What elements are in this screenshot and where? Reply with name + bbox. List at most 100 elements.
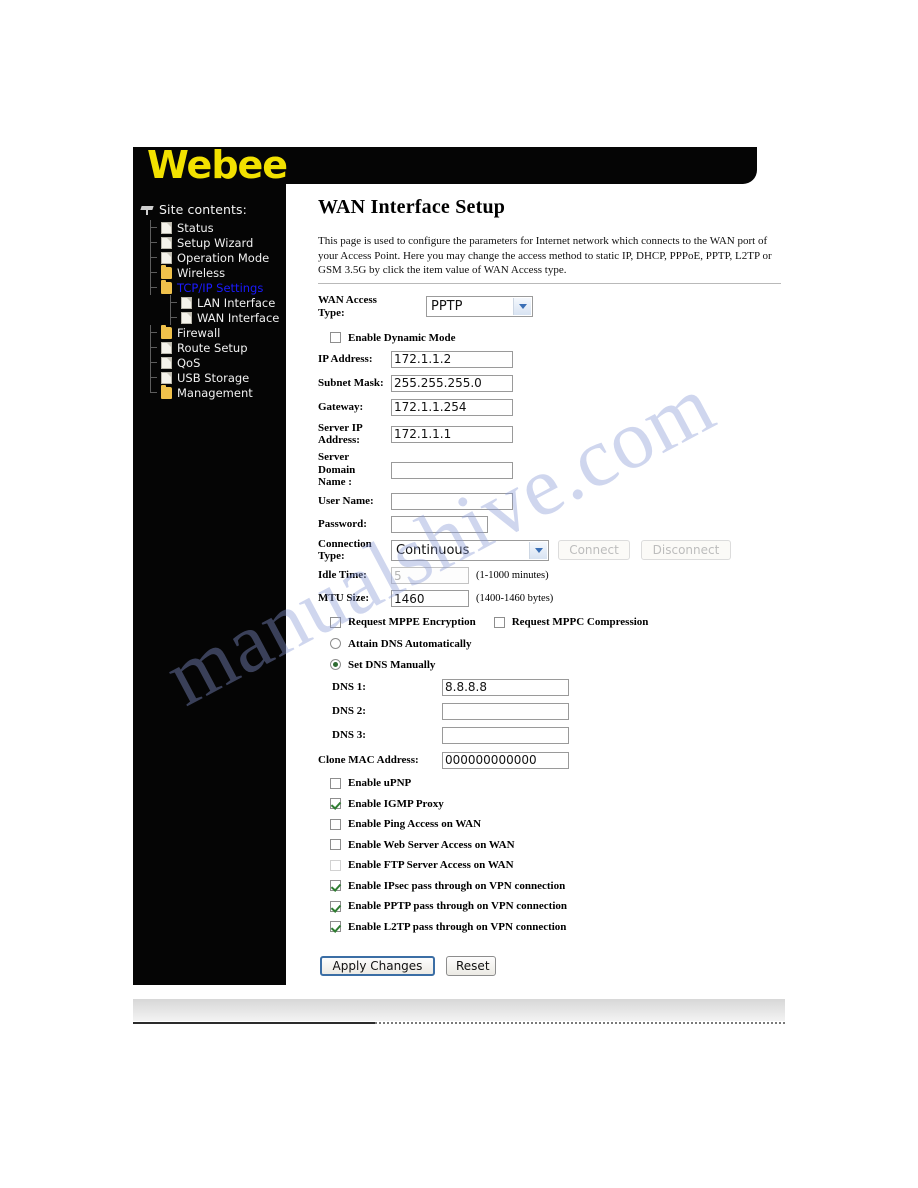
connection-type-label-line2: Type: xyxy=(318,550,345,562)
sidebar-item-wireless[interactable]: Wireless xyxy=(147,264,286,280)
sidebar-item-wan-interface[interactable]: WAN Interface xyxy=(147,310,286,325)
password-row: Password: xyxy=(318,513,783,536)
wan-access-type-select[interactable]: PPTP xyxy=(426,296,533,317)
option-row[interactable]: Enable PPTP pass through on VPN connecti… xyxy=(330,896,783,917)
sidebar-item-route-setup[interactable]: Route Setup xyxy=(147,340,286,355)
sidebar-item-management[interactable]: Management xyxy=(147,384,286,400)
server-domain-input[interactable] xyxy=(391,461,513,479)
document-icon xyxy=(161,221,172,234)
request-mppc-compression-checkbox[interactable] xyxy=(493,616,505,628)
clone-mac-label: Clone MAC Address: xyxy=(318,753,419,766)
server-domain-row: Server Domain Name : xyxy=(318,450,783,490)
page-description: This page is used to configure the param… xyxy=(318,235,772,276)
sidebar-item-label: Route Setup xyxy=(177,340,248,355)
sidebar-item-tcp-ip-settings[interactable]: TCP/IP Settings xyxy=(147,279,286,295)
password-label: Password: xyxy=(318,518,367,531)
ip-address-label: IP Address: xyxy=(318,352,373,365)
option-row[interactable]: Enable uPNP xyxy=(330,773,783,794)
option-label: Enable Ping Access on WAN xyxy=(348,818,482,831)
enable-web-server-access-on-wan-checkbox[interactable] xyxy=(330,839,341,851)
page-title: WAN Interface Setup xyxy=(318,196,506,218)
option-label: Enable uPNP xyxy=(348,777,412,790)
server-ip-row: Server IP Address: xyxy=(318,420,783,448)
footer-bar xyxy=(133,999,785,1021)
ip-address-row: IP Address: xyxy=(318,348,783,370)
option-label: Enable FTP Server Access on WAN xyxy=(348,859,514,872)
server-ip-input[interactable] xyxy=(391,425,513,443)
dns2-input[interactable] xyxy=(442,702,569,720)
sidebar-item-usb-storage[interactable]: USB Storage xyxy=(147,370,286,385)
set-dns-manually-row[interactable]: Set DNS Manually xyxy=(330,654,783,675)
sidebar-item-setup-wizard[interactable]: Setup Wizard xyxy=(147,235,286,250)
clone-mac-input[interactable] xyxy=(442,751,569,769)
ip-address-input[interactable] xyxy=(391,350,513,368)
dns1-input[interactable] xyxy=(442,678,569,696)
attain-dns-automatically-radio[interactable] xyxy=(330,638,341,649)
option-row[interactable]: Enable IGMP Proxy xyxy=(330,794,783,815)
enable-ipsec-pass-through-on-vpn-connection-checkbox[interactable] xyxy=(330,880,341,892)
mtu-size-hint: (1400-1460 bytes) xyxy=(476,593,554,604)
footer-divider-dotted xyxy=(375,1022,785,1024)
attain-dns-automatically-label: Attain DNS Automatically xyxy=(348,637,472,650)
mppe-mppc-row: Request MPPE Encryption Request MPPC Com… xyxy=(330,612,783,632)
chevron-down-icon[interactable] xyxy=(529,541,547,559)
idle-time-input[interactable] xyxy=(391,567,469,584)
sidebar-item-operation-mode[interactable]: Operation Mode xyxy=(147,250,286,265)
connect-button[interactable]: Connect xyxy=(558,540,630,560)
chevron-down-icon[interactable] xyxy=(513,298,531,315)
sidebar-item-lan-interface[interactable]: LAN Interface xyxy=(147,295,286,310)
idle-time-label: Idle Time: xyxy=(318,569,367,582)
wan-access-type-label: WAN Access Type: xyxy=(318,294,377,319)
mtu-size-input[interactable] xyxy=(391,590,469,607)
dns3-row: DNS 3: xyxy=(332,723,783,747)
sidebar-item-qos[interactable]: QoS xyxy=(147,355,286,370)
page-root: manualshive.com Webee Site contents: Sta… xyxy=(0,0,918,1188)
connection-type-select[interactable]: Continuous xyxy=(391,539,549,561)
attain-dns-automatically-row[interactable]: Attain DNS Automatically xyxy=(330,633,783,654)
brand-logo: Webee xyxy=(147,143,288,187)
subnet-mask-input[interactable] xyxy=(391,374,513,392)
set-dns-manually-radio[interactable] xyxy=(330,659,341,670)
enable-dynamic-mode-row[interactable]: Enable Dynamic Mode xyxy=(330,328,783,347)
disconnect-button[interactable]: Disconnect xyxy=(641,540,731,560)
dns3-input[interactable] xyxy=(442,726,569,744)
enable-ftp-server-access-on-wan-checkbox[interactable] xyxy=(330,859,341,871)
option-row[interactable]: Enable Ping Access on WAN xyxy=(330,814,783,835)
apply-changes-button[interactable]: Apply Changes xyxy=(320,956,435,976)
dns3-label: DNS 3: xyxy=(332,728,366,741)
enable-igmp-proxy-checkbox[interactable] xyxy=(330,798,341,810)
enable-l2tp-pass-through-on-vpn-connection-checkbox[interactable] xyxy=(330,921,341,933)
gateway-input[interactable] xyxy=(391,398,513,416)
sidebar-item-label: Wireless xyxy=(177,265,226,280)
sidebar-item-label: Status xyxy=(177,220,214,235)
sidebar-item-label: Management xyxy=(177,385,253,400)
site-banner: Webee xyxy=(133,143,757,187)
sidebar-item-firewall[interactable]: Firewall xyxy=(147,324,286,340)
folder-icon xyxy=(161,384,172,399)
enable-upnp-checkbox[interactable] xyxy=(330,777,341,789)
reset-button[interactable]: Reset xyxy=(446,956,496,976)
mtu-size-label: MTU Size: xyxy=(318,592,370,605)
user-name-input[interactable] xyxy=(391,493,513,510)
option-row[interactable]: Enable FTP Server Access on WAN xyxy=(330,855,783,876)
enable-pptp-pass-through-on-vpn-connection-checkbox[interactable] xyxy=(330,900,341,912)
document-icon xyxy=(161,341,172,354)
request-mppe-encryption-checkbox[interactable] xyxy=(330,616,341,628)
enable-ping-access-on-wan-checkbox[interactable] xyxy=(330,818,341,830)
option-row[interactable]: Enable IPsec pass through on VPN connect… xyxy=(330,876,783,897)
password-input[interactable] xyxy=(391,516,488,533)
enable-dynamic-mode-checkbox[interactable] xyxy=(330,332,341,343)
option-row[interactable]: Enable Web Server Access on WAN xyxy=(330,835,783,856)
set-dns-manually-label: Set DNS Manually xyxy=(348,658,436,671)
request-mppc-compression-label: Request MPPC Compression xyxy=(511,616,649,628)
dns2-label: DNS 2: xyxy=(332,704,366,717)
option-row[interactable]: Enable L2TP pass through on VPN connecti… xyxy=(330,917,783,938)
subnet-mask-label: Subnet Mask: xyxy=(318,376,384,389)
document-icon xyxy=(161,356,172,369)
dns2-row: DNS 2: xyxy=(332,699,783,723)
connection-type-row: Connection Type: Continuous Connect Disc… xyxy=(318,536,783,564)
sidebar-item-label: Setup Wizard xyxy=(177,235,254,250)
sidebar-item-label: Firewall xyxy=(177,325,221,340)
sidebar-item-status[interactable]: Status xyxy=(147,220,286,235)
gateway-label: Gateway: xyxy=(318,400,364,413)
